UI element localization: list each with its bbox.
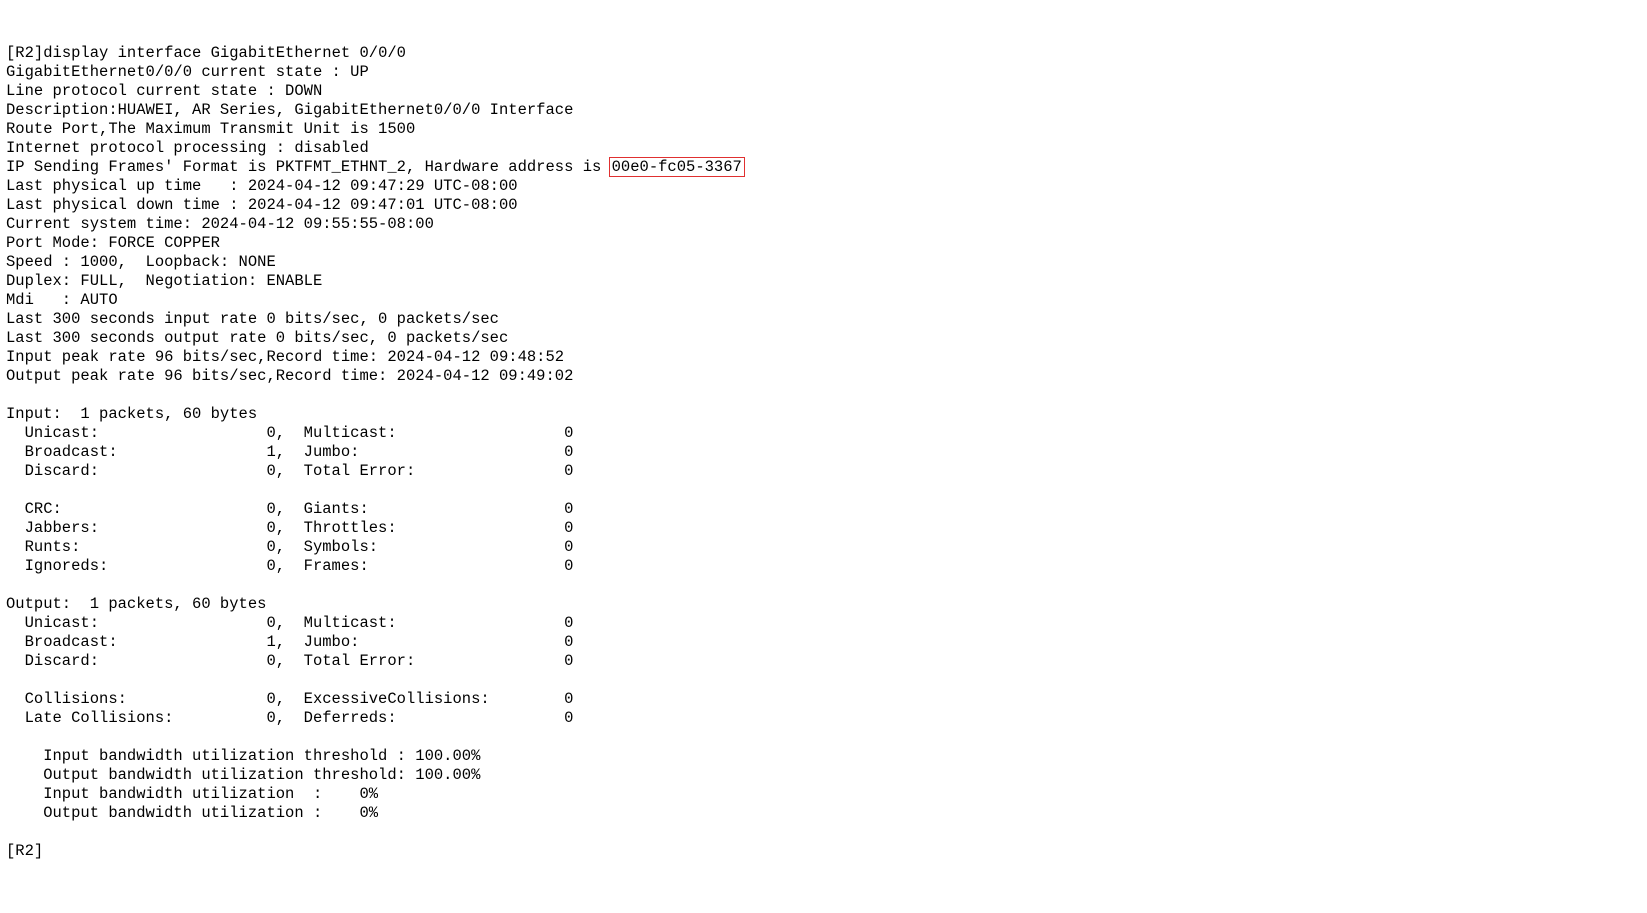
input-header: Input: 1 packets, 60 bytes bbox=[6, 405, 257, 423]
output-collisions: Collisions: 0, ExcessiveCollisions: 0 bbox=[6, 690, 573, 708]
line-port-mode: Port Mode: FORCE COPPER bbox=[6, 234, 220, 252]
bw-in-threshold: Input bandwidth utilization threshold : … bbox=[6, 747, 480, 765]
terminal-output: [R2]display interface GigabitEthernet 0/… bbox=[6, 44, 745, 860]
line-ip-processing: Internet protocol processing : disabled bbox=[6, 139, 369, 157]
command: display interface GigabitEthernet 0/0/0 bbox=[43, 44, 406, 62]
input-runts: Runts: 0, Symbols: 0 bbox=[6, 538, 573, 556]
input-unicast: Unicast: 0, Multicast: 0 bbox=[6, 424, 573, 442]
output-late-collisions: Late Collisions: 0, Deferreds: 0 bbox=[6, 709, 573, 727]
line-input-peak: Input peak rate 96 bits/sec,Record time:… bbox=[6, 348, 564, 366]
line-description: Description:HUAWEI, AR Series, GigabitEt… bbox=[6, 101, 573, 119]
line-system-time: Current system time: 2024-04-12 09:55:55… bbox=[6, 215, 434, 233]
input-crc: CRC: 0, Giants: 0 bbox=[6, 500, 573, 518]
line-speed: Speed : 1000, Loopback: NONE bbox=[6, 253, 276, 271]
line-last-up: Last physical up time : 2024-04-12 09:47… bbox=[6, 177, 518, 195]
bw-in-util: Input bandwidth utilization : 0% bbox=[6, 785, 378, 803]
bw-out-util: Output bandwidth utilization : 0% bbox=[6, 804, 378, 822]
line-duplex: Duplex: FULL, Negotiation: ENABLE bbox=[6, 272, 322, 290]
output-header: Output: 1 packets, 60 bytes bbox=[6, 595, 266, 613]
line-mtu: Route Port,The Maximum Transmit Unit is … bbox=[6, 120, 415, 138]
line-output-peak: Output peak rate 96 bits/sec,Record time… bbox=[6, 367, 573, 385]
line-output-rate: Last 300 seconds output rate 0 bits/sec,… bbox=[6, 329, 508, 347]
line-input-rate: Last 300 seconds input rate 0 bits/sec, … bbox=[6, 310, 499, 328]
prompt: [R2] bbox=[6, 44, 43, 62]
prompt[interactable]: [R2] bbox=[6, 842, 43, 860]
input-discard: Discard: 0, Total Error: 0 bbox=[6, 462, 573, 480]
line-frame-format: IP Sending Frames' Format is PKTFMT_ETHN… bbox=[6, 158, 611, 176]
output-broadcast: Broadcast: 1, Jumbo: 0 bbox=[6, 633, 573, 651]
output-discard: Discard: 0, Total Error: 0 bbox=[6, 652, 573, 670]
line-last-down: Last physical down time : 2024-04-12 09:… bbox=[6, 196, 518, 214]
input-ignoreds: Ignoreds: 0, Frames: 0 bbox=[6, 557, 573, 575]
hardware-address: 00e0-fc05-3367 bbox=[609, 157, 745, 177]
input-jabbers: Jabbers: 0, Throttles: 0 bbox=[6, 519, 573, 537]
line-iface-state: GigabitEthernet0/0/0 current state : UP bbox=[6, 63, 369, 81]
input-broadcast: Broadcast: 1, Jumbo: 0 bbox=[6, 443, 573, 461]
bw-out-threshold: Output bandwidth utilization threshold: … bbox=[6, 766, 480, 784]
line-mdi: Mdi : AUTO bbox=[6, 291, 118, 309]
output-unicast: Unicast: 0, Multicast: 0 bbox=[6, 614, 573, 632]
line-protocol-state: Line protocol current state : DOWN bbox=[6, 82, 322, 100]
